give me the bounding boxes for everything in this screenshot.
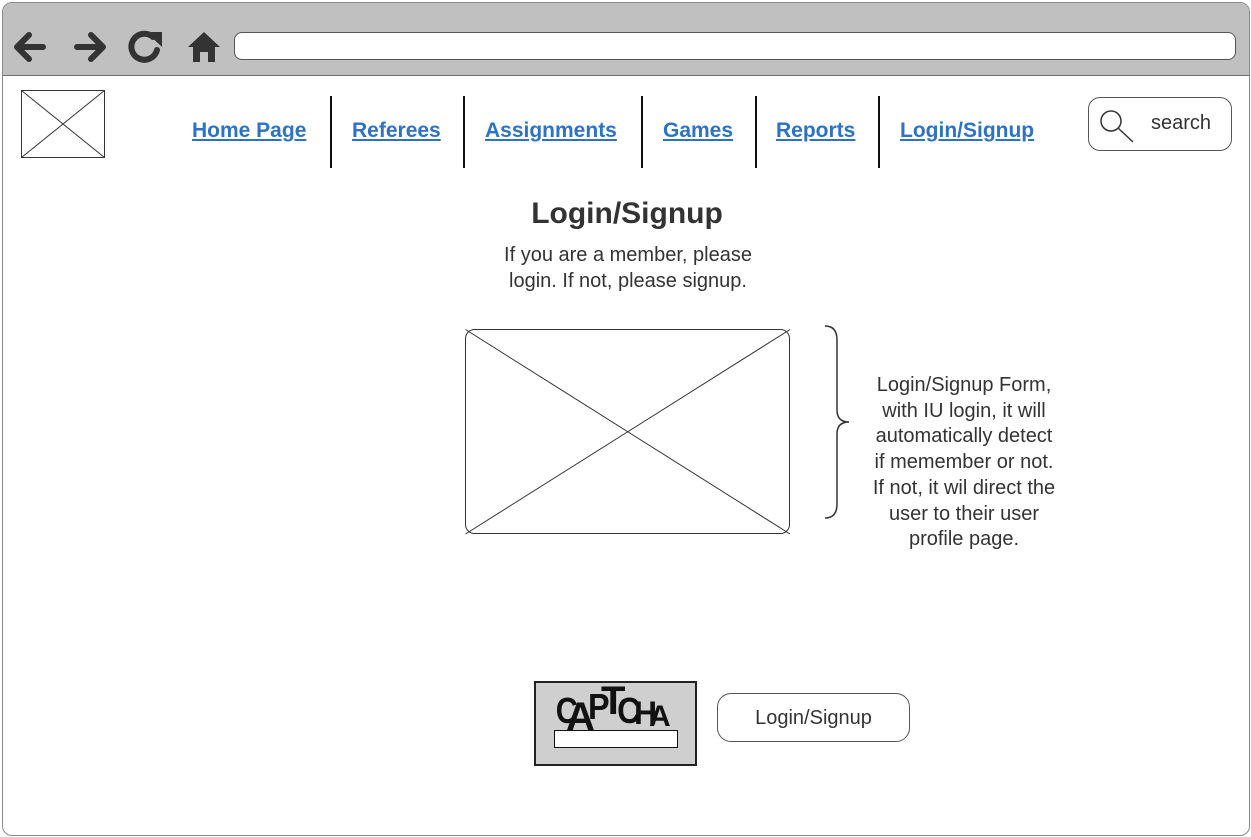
subtitle-line: If you are a member, please <box>504 244 752 266</box>
logo-placeholder-icon <box>21 90 105 163</box>
forward-arrow-icon[interactable] <box>71 27 111 67</box>
browser-window: Home Page Referees Assignments Games Rep… <box>2 2 1250 836</box>
nav-divider <box>463 96 465 168</box>
annotation-line: If not, it wil direct the <box>872 476 1056 499</box>
magnifier-icon <box>1097 108 1137 149</box>
nav-link-login-signup[interactable]: Login/Signup <box>900 119 1034 143</box>
back-arrow-icon[interactable] <box>9 27 49 67</box>
annotation-line: profile page. <box>908 528 1020 551</box>
annotation-line: if memember or not. <box>874 451 1054 474</box>
nav-link-referees[interactable]: Referees <box>352 119 441 143</box>
captcha-image: C A P T C H A <box>555 679 671 739</box>
annotation-line: user to their user <box>888 502 1040 525</box>
annotation-line: Login/Signup Form, <box>876 374 1052 396</box>
browser-toolbar <box>3 3 1249 76</box>
nav-link-reports[interactable]: Reports <box>776 119 855 143</box>
search-box[interactable]: search <box>1088 97 1232 151</box>
nav-link-assignments[interactable]: Assignments <box>485 119 617 143</box>
address-bar[interactable] <box>234 32 1236 60</box>
annotation-line: with IU login, it will <box>882 399 1046 422</box>
nav-divider <box>755 96 757 168</box>
annotation-line: automatically detect <box>875 425 1053 448</box>
nav-link-home-page[interactable]: Home Page <box>192 119 306 143</box>
login-signup-button[interactable]: Login/Signup <box>717 693 910 742</box>
curly-brace-icon <box>823 324 853 525</box>
login-form-placeholder-icon <box>465 329 791 540</box>
nav-divider <box>641 96 643 168</box>
nav-link-games[interactable]: Games <box>663 119 733 143</box>
search-label: search <box>1151 112 1212 134</box>
page-title: Login/Signup <box>531 197 723 230</box>
nav-divider <box>878 96 880 168</box>
subtitle-line: login. If not, please signup. <box>509 270 747 292</box>
captcha-widget: C A P T C H A <box>534 681 697 766</box>
page-subtitle: If you are a member, please login. If no… <box>473 242 783 294</box>
home-icon[interactable] <box>184 27 224 67</box>
captcha-input[interactable] <box>554 730 678 748</box>
reload-icon[interactable] <box>126 27 166 67</box>
form-annotation: Login/Signup Form, with IU login, it wil… <box>861 373 1067 553</box>
nav-divider <box>330 96 332 168</box>
